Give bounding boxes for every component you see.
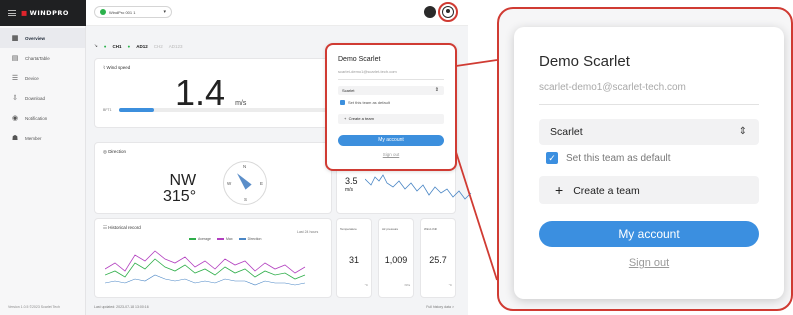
compass-w: W <box>227 181 232 186</box>
sidebar-item-download[interactable]: ⇩ Download <box>0 88 85 108</box>
version-text: Version 1.0.5 ©2023 Scarlet Tech <box>8 305 60 309</box>
account-dropdown: Demo Scarlet scarlet-demo1@scarlet-tech.… <box>514 27 784 299</box>
up-down-chevron-icon: ⇕ <box>738 126 747 137</box>
plus-icon: + <box>555 182 564 198</box>
bell-icon: ◉ <box>11 115 19 122</box>
chart-icon: ▤ <box>11 55 19 62</box>
online-dot-icon <box>100 9 106 15</box>
channel-icon: ↘ <box>94 43 98 48</box>
history-legend: Average Max Direction <box>189 237 261 241</box>
sidebar-item-notification[interactable]: ◉ Notification <box>0 108 85 128</box>
default-team-checkbox[interactable]: ✓ Set this team as default <box>546 151 671 165</box>
hamburger-icon[interactable] <box>8 10 16 16</box>
direction-title: ◎ Direction <box>103 149 126 154</box>
history-title: ☷ Historical record <box>103 225 141 230</box>
wind-speed-value: 1.4 m/s <box>175 72 247 113</box>
stat-wind-chill: Wind chill 25.7 °C <box>420 218 456 298</box>
wind-speed-bar-fill <box>119 108 154 112</box>
compass-s: S <box>244 197 248 202</box>
stat-temperature: Temperature 31 °C <box>336 218 372 298</box>
app-screenshot: ■ WINDPRO WindPro 001 1 ▾ ▦ Overview ▤ Char… <box>0 0 472 315</box>
compass-needle-icon <box>233 170 252 190</box>
channel-ch1[interactable]: CH1 <box>113 44 122 49</box>
full-history-link[interactable]: Full history data > <box>426 305 454 309</box>
legend-direction: Direction <box>238 237 261 241</box>
mini-chart-value: 3.5 m/s <box>345 176 358 194</box>
account-name: Demo Scarlet <box>539 53 630 70</box>
direction-value: NW 315° <box>163 172 197 205</box>
channel-row: ↘ ● CH1 ● AD12 CH2 AD123 <box>94 43 183 49</box>
sidebar-item-overview[interactable]: ▦ Overview <box>0 28 85 48</box>
scale-left-label: BFT1 <box>103 108 112 112</box>
channel-ch2[interactable]: CH2 <box>154 44 163 49</box>
avatar-highlight <box>438 2 458 22</box>
compass: N E S W <box>223 161 267 205</box>
history-card: ☷ Historical record Average Max Directio… <box>94 218 332 298</box>
download-icon: ⇩ <box>12 95 18 102</box>
members-icon: ☗ <box>11 135 19 142</box>
wind-speed-title: ⌇ Wind speed <box>103 65 131 70</box>
direction-card: ◎ Direction NW 315° N E S W <box>94 142 332 214</box>
header-bar: WindPro 001 1 ▾ <box>86 0 468 26</box>
dropdown-highlight <box>325 43 457 171</box>
compass-e: E <box>259 181 263 186</box>
history-chart <box>105 250 306 286</box>
sidebar-item-member[interactable]: ☗ Member <box>0 128 85 148</box>
site-select[interactable]: WindPro 001 1 ▾ <box>94 6 172 18</box>
checkbox-checked-icon: ✓ <box>546 152 558 164</box>
last-updated: Last updated: 2023-07-18 13:00:16 <box>94 305 149 309</box>
sidebar-item-device[interactable]: ☰ Device <box>0 68 85 88</box>
compass-n: N <box>243 164 247 169</box>
sidebar: ▦ Overview ▤ Chart&Table ☰ Device ⇩ Download… <box>0 26 86 315</box>
mini-line-chart <box>365 174 472 200</box>
my-account-button[interactable]: My account <box>539 221 759 247</box>
stat-air-pressure: Air pressure 1,009 hPa <box>378 218 414 298</box>
legend-max: Max <box>216 237 233 241</box>
channel-ad12[interactable]: AD12 <box>136 44 148 49</box>
create-team-button[interactable]: + Create a team <box>539 176 759 204</box>
chevron-down-icon: ▾ <box>163 9 166 15</box>
divider <box>539 104 759 105</box>
brand-bar: ■ WINDPRO <box>0 0 86 26</box>
account-email: scarlet-demo1@scarlet-tech.com <box>539 82 686 93</box>
history-range[interactable]: Last 24 hours <box>297 230 318 234</box>
device-icon: ☰ <box>11 75 19 82</box>
sidebar-item-chart-table[interactable]: ▤ Chart&Table <box>0 48 85 68</box>
channel-ad123[interactable]: AD123 <box>169 44 183 49</box>
sign-out-link[interactable]: Sign out <box>514 257 784 269</box>
legend-average: Average <box>189 237 211 241</box>
grid-icon: ▦ <box>11 35 19 42</box>
team-select[interactable]: Scarlet ⇕ <box>539 119 759 145</box>
brand-logo: ■ WINDPRO <box>21 9 69 17</box>
theme-icon[interactable] <box>424 6 436 18</box>
